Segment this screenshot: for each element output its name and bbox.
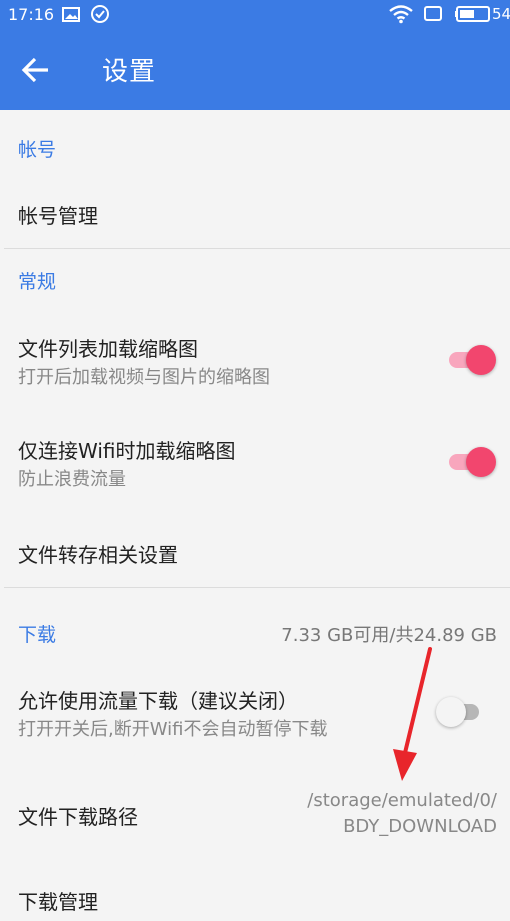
app-bar: 设置	[0, 30, 510, 110]
arrow-back-icon[interactable]	[16, 52, 56, 88]
row-subtitle: 防止浪费流量	[18, 469, 126, 490]
setting-download-management[interactable]: 下载管理	[0, 870, 510, 921]
image-icon	[62, 7, 80, 22]
row-subtitle: 打开后加载视频与图片的缩略图	[18, 367, 270, 388]
setting-wifi-only-thumbnails[interactable]: 仅连接Wifi时加载缩略图 防止浪费流量	[0, 420, 510, 506]
storage-info: 7.33 GB可用/共24.89 GB	[281, 625, 497, 646]
section-header-account: 帐号	[18, 139, 57, 161]
download-path-value: /storage/emulated/0/ BDY_DOWNLOAD	[307, 788, 497, 840]
wifi-icon	[389, 5, 413, 24]
row-title: 文件转存相关设置	[18, 543, 178, 567]
section-header-download: 下载	[18, 624, 57, 646]
toggle-mobile-data-download[interactable]	[436, 696, 486, 727]
page-title: 设置	[102, 57, 157, 87]
row-title: 文件下载路径	[18, 805, 138, 829]
switch-thumb	[466, 447, 496, 477]
row-title: 允许使用流量下载（建议关闭）	[18, 689, 298, 713]
annotation-arrow-icon	[393, 647, 432, 781]
status-time: 17:16	[8, 5, 55, 24]
switch-thumb	[466, 345, 496, 375]
download-path-line1: /storage/emulated/0/	[307, 790, 497, 811]
divider	[4, 587, 510, 588]
row-title: 文件列表加载缩略图	[18, 337, 198, 361]
setting-transfer-settings[interactable]: 文件转存相关设置	[0, 522, 510, 582]
battery-icon	[455, 6, 490, 22]
switch-thumb	[436, 697, 466, 727]
toggle-wifi-only-thumbnails[interactable]	[446, 446, 496, 477]
row-title: 帐号管理	[18, 204, 98, 228]
battery-level: 54	[492, 5, 510, 23]
screen-icon	[424, 6, 442, 21]
section-header-general: 常规	[18, 271, 57, 293]
row-title: 下载管理	[18, 890, 98, 914]
check-circle-icon	[91, 5, 109, 23]
row-subtitle: 打开开关后,断开Wifi不会自动暂停下载	[18, 719, 328, 740]
status-bar: 17:16 54	[0, 0, 510, 30]
download-path-line2: BDY_DOWNLOAD	[343, 816, 497, 837]
row-title: 仅连接Wifi时加载缩略图	[18, 439, 236, 463]
setting-download-path[interactable]: 文件下载路径 /storage/emulated/0/ BDY_DOWNLOAD	[0, 778, 510, 850]
setting-account-management[interactable]: 帐号管理	[0, 183, 510, 243]
toggle-load-thumbnails[interactable]	[446, 344, 496, 375]
setting-load-thumbnails[interactable]: 文件列表加载缩略图 打开后加载视频与图片的缩略图	[0, 318, 510, 404]
divider	[4, 248, 510, 249]
